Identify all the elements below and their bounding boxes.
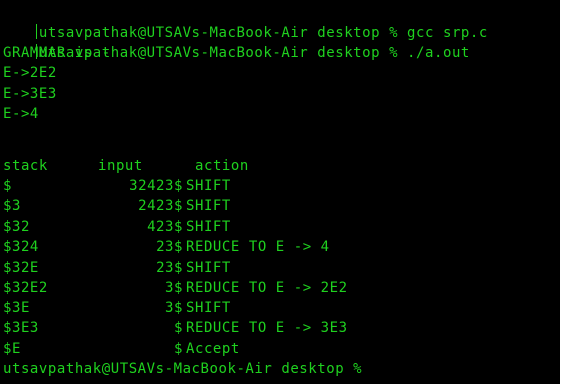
cell-input: 2423$ — [138, 198, 183, 214]
table-header: stack input action — [0, 156, 560, 176]
cell-action: Accept — [186, 341, 240, 357]
grammar-title: GRAMMAR is - — [3, 45, 111, 61]
terminal-window[interactable]: ~ ~ ~ ~ ~ ~ ~ ~ ~ ~ ~ ~ ~ ~ ~ utsavpatha… — [0, 0, 560, 384]
header-input: input — [98, 158, 143, 174]
table-row: $32E2 3$ REDUCE TO E -> 2E2 — [0, 278, 560, 298]
cell-action: SHIFT — [186, 260, 231, 276]
cell-stack: $E — [3, 341, 21, 357]
table-row: $3E3 $ REDUCE TO E -> 3E3 — [0, 318, 560, 338]
cell-stack: $32E2 — [3, 280, 48, 296]
grammar-rule: E->3E3 — [3, 86, 57, 102]
table-row: $3E 3$ SHIFT — [0, 298, 560, 318]
cell-action: REDUCE TO E -> 2E2 — [186, 280, 348, 296]
header-stack: stack — [3, 158, 48, 174]
cell-input: 32423$ — [129, 178, 183, 194]
cell-action: REDUCE TO E -> 4 — [186, 239, 330, 255]
cell-action: SHIFT — [186, 219, 231, 235]
grammar-rule: E->2E2 — [3, 65, 57, 81]
table-row: $ 32423$ SHIFT — [0, 176, 560, 196]
cell-input: $ — [174, 320, 183, 336]
table-row: $E $ Accept — [0, 339, 560, 359]
cell-action: SHIFT — [186, 178, 231, 194]
cell-stack: $324 — [3, 239, 39, 255]
shell-prompt[interactable]: utsavpathak@UTSAVs-MacBook-Air desktop % — [3, 359, 362, 379]
table-row: $32 423$ SHIFT — [0, 217, 560, 237]
table-row: $3 2423$ SHIFT — [0, 196, 560, 216]
cell-input: 23$ — [156, 260, 183, 276]
cell-input: 3$ — [165, 300, 183, 316]
table-row: $32E 23$ SHIFT — [0, 258, 560, 278]
command-line-run: utsavpathak@UTSAVs-MacBook-Air desktop %… — [0, 23, 470, 61]
header-action: action — [195, 158, 249, 174]
cell-input: 423$ — [147, 219, 183, 235]
cell-input: 3$ — [165, 280, 183, 296]
cell-stack: $3E3 — [3, 320, 39, 336]
command-line-compile: utsavpathak@UTSAVs-MacBook-Air desktop %… — [0, 3, 488, 41]
cell-action: REDUCE TO E -> 3E3 — [186, 320, 348, 336]
cell-stack: $ — [3, 178, 12, 194]
cell-input: 23$ — [156, 239, 183, 255]
cell-input: $ — [174, 341, 183, 357]
cell-action: SHIFT — [186, 198, 231, 214]
table-row: $324 23$ REDUCE TO E -> 4 — [0, 237, 560, 257]
cell-stack: $3E — [3, 300, 30, 316]
cell-stack: $3 — [3, 198, 21, 214]
cell-action: SHIFT — [186, 300, 231, 316]
grammar-rule: E->4 — [3, 106, 39, 122]
cell-stack: $32 — [3, 219, 30, 235]
cell-stack: $32E — [3, 260, 39, 276]
